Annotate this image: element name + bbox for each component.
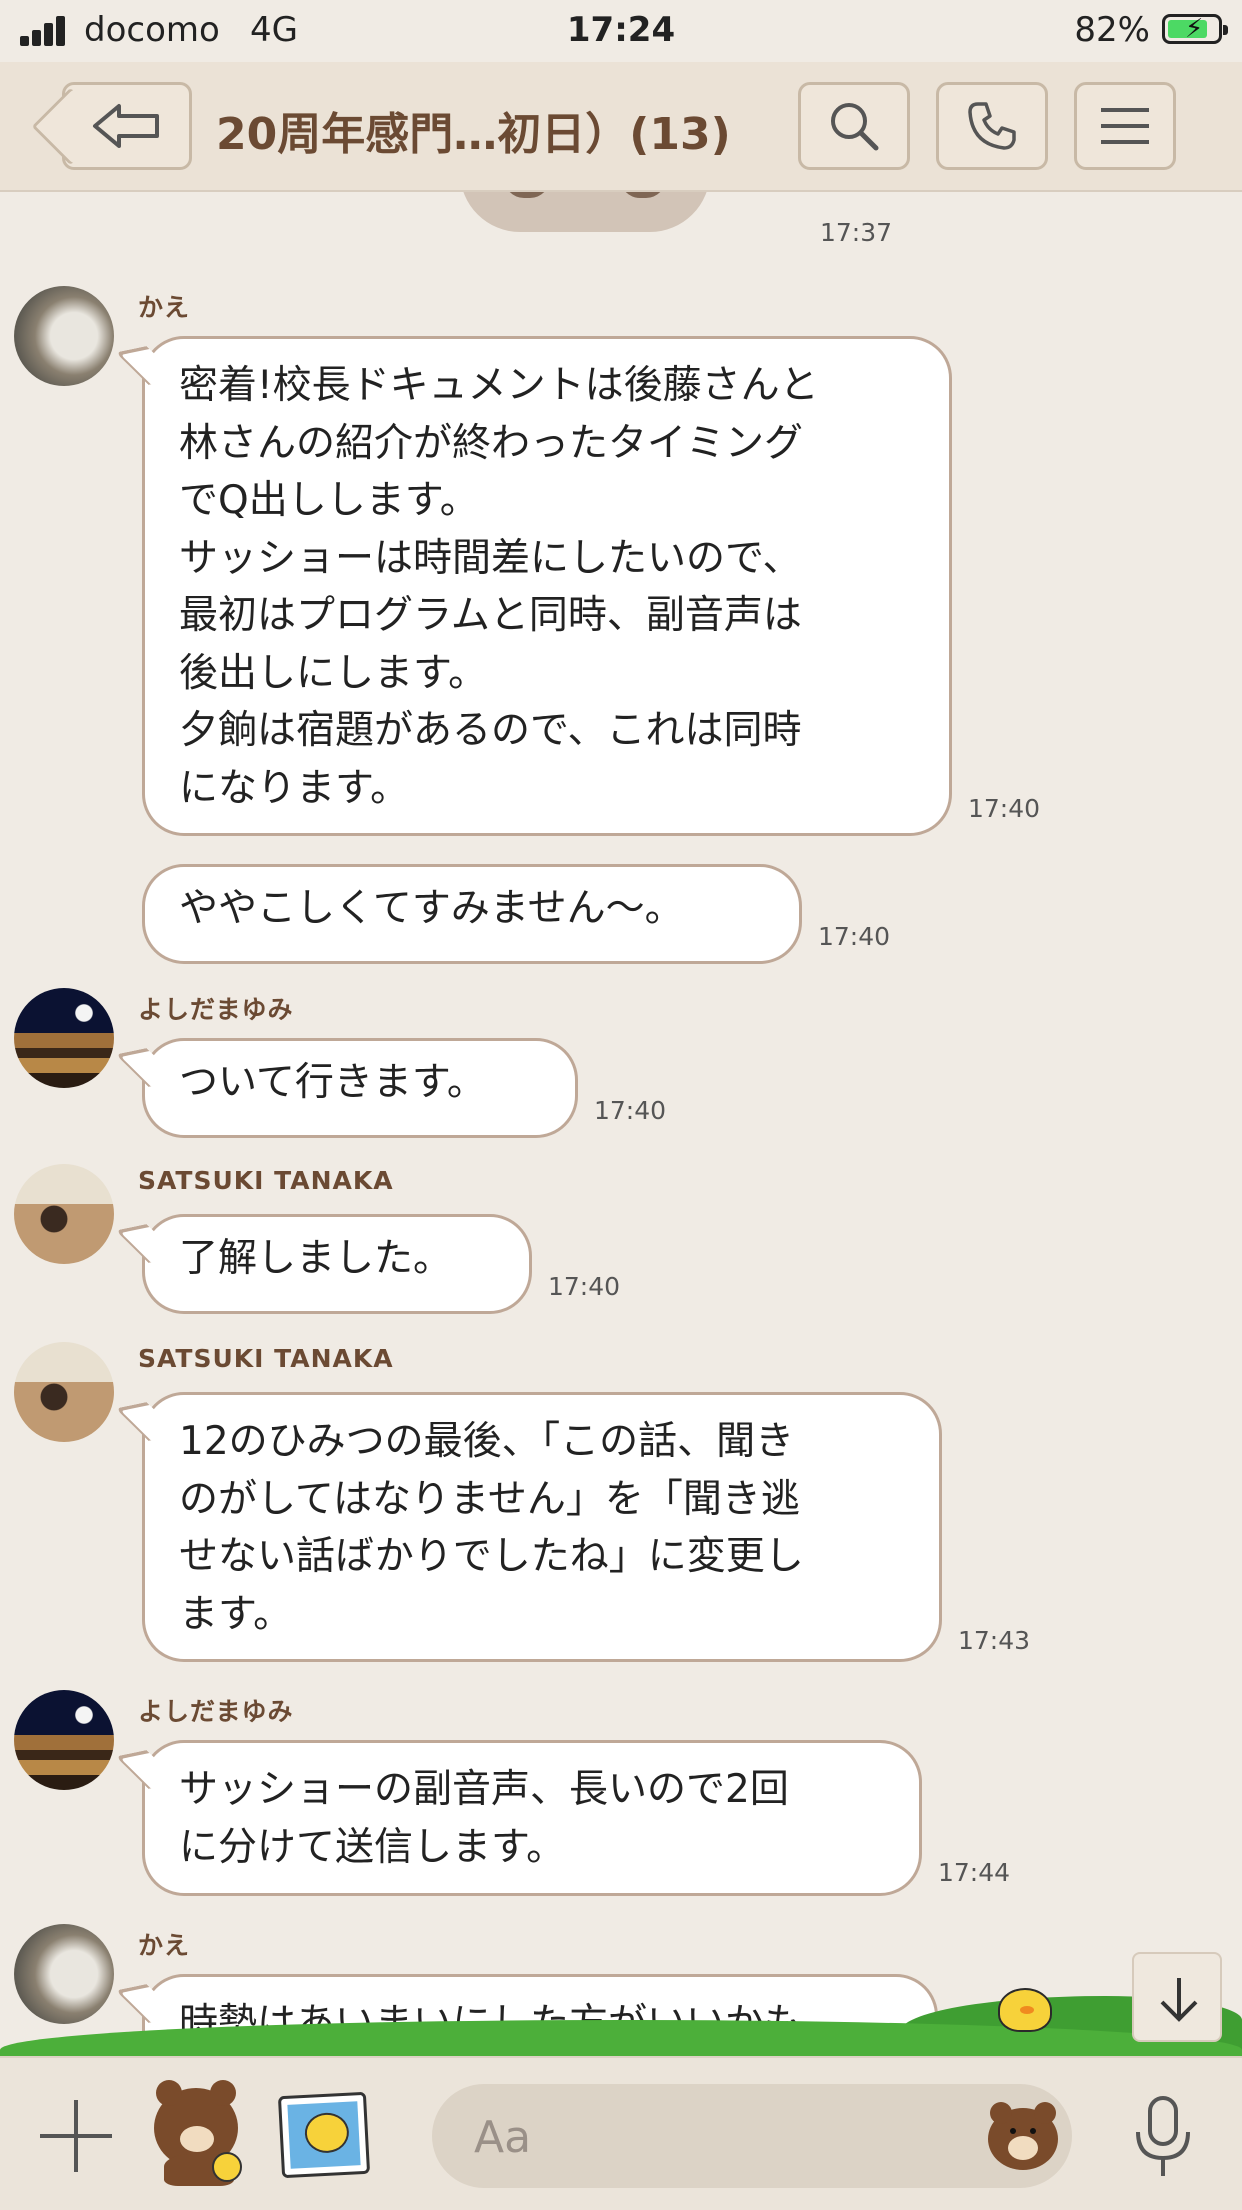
sender-name: よしだまゆみ	[138, 1697, 294, 1726]
microphone-icon	[1136, 2096, 1190, 2176]
menu-button[interactable]	[1074, 82, 1176, 170]
sender-name: SATSUKI TANAKA	[138, 1166, 394, 1195]
call-button[interactable]	[936, 82, 1048, 170]
arrow-down-icon	[1160, 1978, 1198, 2022]
microphone-button[interactable]	[1130, 2094, 1196, 2180]
message-bubble[interactable]: 12のひみつの最後、「この話、聞き のがしてはなりません」を「聞き逃 せない話ば…	[142, 1392, 942, 1662]
back-arrow-icon	[93, 104, 159, 148]
hamburger-menu-icon	[1101, 108, 1149, 144]
charging-bolt-icon: ⚡	[1185, 14, 1204, 44]
message-bubble[interactable]: ややこしくてすみません〜。	[142, 864, 802, 964]
search-icon	[831, 103, 879, 151]
sticker-message[interactable]	[460, 192, 710, 232]
message-bubble[interactable]: サッショーの副音声、長いので2回 に分けて送信します。	[142, 1740, 922, 1896]
sender-name: よしだまゆみ	[138, 995, 294, 1024]
avatar[interactable]	[14, 1690, 114, 1790]
sender-name: SATSUKI TANAKA	[138, 1344, 394, 1373]
plus-icon[interactable]	[40, 2100, 112, 2172]
message-list[interactable]: 17:37 かえ 密着!校長ドキュメントは後藤さんと 林さんの紹介が終わったタイ…	[0, 192, 1242, 2052]
message-bubble[interactable]: ついて行きます。	[142, 1038, 578, 1138]
sender-name: かえ	[138, 1931, 191, 1960]
battery-icon: ⚡	[1162, 14, 1228, 44]
input-bar	[0, 2056, 1242, 2210]
message-time: 17:44	[938, 1858, 1011, 1887]
message-time: 17:40	[594, 1096, 667, 1125]
avatar[interactable]	[14, 1342, 114, 1442]
status-bar: docomo 4G 17:24 82% ⚡	[0, 0, 1242, 62]
photo-button[interactable]	[277, 2091, 371, 2179]
avatar[interactable]	[14, 286, 114, 386]
chick-decoration-icon	[998, 1988, 1052, 2032]
message-time: 17:43	[958, 1626, 1031, 1655]
avatar[interactable]	[14, 988, 114, 1088]
message-time: 17:40	[548, 1272, 621, 1301]
message-time: 17:37	[820, 218, 893, 247]
message-bubble[interactable]: 了解しました。	[142, 1214, 532, 1314]
back-button[interactable]	[62, 82, 192, 170]
scroll-to-bottom-button[interactable]	[1132, 1952, 1222, 2042]
battery-percent: 82%	[1074, 10, 1150, 50]
search-button[interactable]	[798, 82, 910, 170]
avatar[interactable]	[14, 1164, 114, 1264]
chat-header: 20周年感門…初日）(13)	[0, 62, 1242, 192]
avatar[interactable]	[14, 1924, 114, 2024]
phone-icon	[968, 102, 1016, 150]
clock: 17:24	[566, 10, 676, 50]
message-input-container[interactable]	[432, 2084, 1072, 2188]
message-time: 17:40	[818, 922, 891, 951]
sender-name: かえ	[138, 293, 191, 322]
emoji-button[interactable]	[988, 2102, 1058, 2170]
message-time: 17:40	[968, 794, 1041, 823]
message-input[interactable]	[472, 2106, 916, 2168]
chat-title[interactable]: 20周年感門…初日）(13)	[216, 98, 731, 162]
message-bubble[interactable]: 密着!校長ドキュメントは後藤さんと 林さんの紹介が終わったタイミング でQ出しし…	[142, 336, 952, 836]
sticker-button[interactable]	[150, 2080, 250, 2188]
